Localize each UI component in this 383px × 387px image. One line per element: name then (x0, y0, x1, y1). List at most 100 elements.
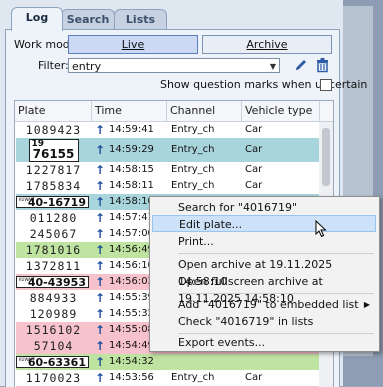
live-mode-button[interactable]: Live (68, 35, 198, 54)
direction-up-icon: ↑ (95, 243, 106, 257)
plate-cell: 120989 (29, 307, 78, 321)
time-text: 14:56:03 (109, 276, 154, 287)
channel-cell: Entry_ch (171, 144, 215, 155)
plate-cell: 1089423 (25, 123, 82, 137)
direction-up-icon: ↑ (95, 163, 106, 177)
time-cell: ↑ 14:59:29 (92, 138, 165, 162)
trash-icon[interactable] (316, 57, 329, 73)
column-channel[interactable]: Channel (167, 101, 242, 121)
menu-add-label: Add "4016719" to embedded list (178, 298, 359, 311)
chevron-down-icon: ▼ (269, 62, 276, 71)
channel-cell: Entry_ch (171, 164, 215, 175)
plate-cell: 1516102 (25, 323, 82, 337)
time-text: 14:59:41 (109, 124, 154, 135)
tab-lists[interactable]: Lists (114, 9, 167, 30)
pencil-icon[interactable] (294, 57, 308, 73)
table-row[interactable]: 1089423 ↑ 14:59:41 Entry_ch Car (16, 122, 319, 138)
table-row[interactable]: KUWAIT 60-63361 ↑ 14:54:32 (16, 354, 319, 370)
plate-number-text: 40-43953 (27, 276, 86, 289)
archive-mode-button[interactable]: Archive (202, 35, 332, 54)
plate-cell: 884933 (29, 291, 78, 305)
direction-up-icon: ↑ (95, 195, 106, 209)
menu-print[interactable]: Print... (152, 233, 376, 250)
menu-separator (178, 253, 374, 254)
plate-country-text: KUWAIT (19, 197, 35, 202)
direction-up-icon: ↑ (95, 143, 106, 157)
time-text: 14:54:49 (109, 340, 154, 351)
direction-up-icon: ↑ (95, 339, 106, 353)
filter-value: entry (72, 60, 102, 73)
plate-cell: 1781016 (25, 243, 82, 257)
channel-cell: Entry_ch (171, 180, 215, 191)
plate-image: KUWAIT 40-43953 (16, 276, 89, 289)
direction-up-icon: ↑ (95, 227, 106, 241)
direction-up-icon: ↑ (95, 123, 106, 137)
table-row[interactable]: 19 76155 ↑ 14:59:29 Entry_ch Car (16, 138, 319, 162)
vehicle-type-cell: Car (245, 124, 263, 135)
direction-up-icon: ↑ (95, 275, 106, 289)
time-text: 14:54:32 (109, 356, 154, 367)
time-text: 14:55:39 (109, 292, 154, 303)
plate-number-text: 40-16719 (27, 196, 86, 209)
table-row[interactable]: 1227817 ↑ 14:58:15 Entry_ch Car (16, 162, 319, 178)
archive-mode-label: Archive (246, 38, 288, 51)
filter-label: Filter: (38, 59, 69, 72)
scrollbar-thumb[interactable] (322, 128, 330, 186)
question-marks-checkbox[interactable] (320, 79, 332, 91)
plate-cell: 1170023 (25, 371, 82, 385)
time-text: 14:53:56 (109, 372, 154, 383)
tab-log[interactable]: Log (11, 7, 63, 31)
tab-search[interactable]: Search (61, 9, 115, 30)
menu-search-for[interactable]: Search for "4016719" (152, 199, 376, 216)
time-text: 14:59:29 (109, 144, 154, 155)
plate-cell: 245067 (29, 227, 78, 241)
plate-cell: 1372811 (25, 259, 82, 273)
column-vehicle-type[interactable]: Vehicle type (242, 101, 320, 121)
direction-up-icon: ↑ (95, 307, 106, 321)
menu-edit-plate[interactable]: Edit plate... (152, 215, 376, 232)
channel-cell: Entry_ch (171, 124, 215, 135)
menu-open-fullscreen-archive[interactable]: Open fullscreen archive at 19.11.2025 14… (152, 273, 376, 305)
mouse-cursor-icon (315, 220, 327, 238)
time-text: 14:55:08 (109, 324, 154, 335)
plate-image: KUWAIT 60-63361 (16, 356, 89, 369)
direction-up-icon: ↑ (95, 179, 106, 193)
direction-up-icon: ↑ (95, 211, 106, 225)
time-text: 14:56:10 (109, 260, 154, 271)
time-cell: ↑ 14:53:56 (92, 370, 165, 386)
time-cell: ↑ 14:54:32 (92, 354, 165, 370)
time-cell: ↑ 14:58:11 (92, 178, 165, 194)
plate-number-text: 76155 (32, 147, 75, 161)
live-mode-label: Live (121, 38, 145, 51)
plate-cell: KUWAIT 40-16719 (16, 194, 91, 210)
channel-cell: Entry_ch (171, 372, 215, 383)
vehicle-type-cell: Car (245, 372, 263, 383)
column-plate[interactable]: Plate (15, 101, 92, 121)
table-row[interactable]: 1170023 ↑ 14:53:56 Entry_ch Car (16, 370, 319, 386)
plate-country-text: KUWAIT (19, 357, 35, 362)
question-marks-label: Show question marks when uncertain (160, 78, 368, 91)
menu-add-to-embedded-list[interactable]: Add "4016719" to embedded list ▶ (152, 296, 376, 313)
plate-image: KUWAIT 40-16719 (16, 196, 89, 209)
channel-cell (168, 354, 245, 370)
menu-check-in-lists[interactable]: Check "4016719" in lists (152, 313, 376, 330)
filter-select[interactable]: entry ▼ (68, 58, 280, 73)
table-row[interactable]: 1785834 ↑ 14:58:11 Entry_ch Car (16, 178, 319, 194)
plate-cell: KUWAIT 60-63361 (16, 354, 91, 370)
menu-export-events[interactable]: Export events... (152, 334, 376, 351)
time-text: 14:58:10 (109, 196, 154, 207)
plate-cell: 57104 (33, 339, 74, 353)
time-cell: ↑ 14:58:15 (92, 162, 165, 178)
direction-up-icon: ↑ (95, 259, 106, 273)
plate-country-text: KUWAIT (19, 277, 35, 282)
table-header: Plate Time Channel Vehicle type (15, 101, 333, 122)
menu-separator (178, 293, 374, 294)
menu-open-archive[interactable]: Open archive at 19.11.2025 14:58:10 (152, 256, 376, 288)
column-time[interactable]: Time (92, 101, 167, 121)
direction-up-icon: ↑ (95, 323, 106, 337)
plate-cell: 1785834 (25, 179, 82, 193)
time-text: 14:57:00 (109, 228, 154, 239)
vehicle-type-cell: Car (245, 180, 263, 191)
time-text: 14:58:11 (109, 180, 154, 191)
plate-cell: 1227817 (25, 163, 82, 177)
